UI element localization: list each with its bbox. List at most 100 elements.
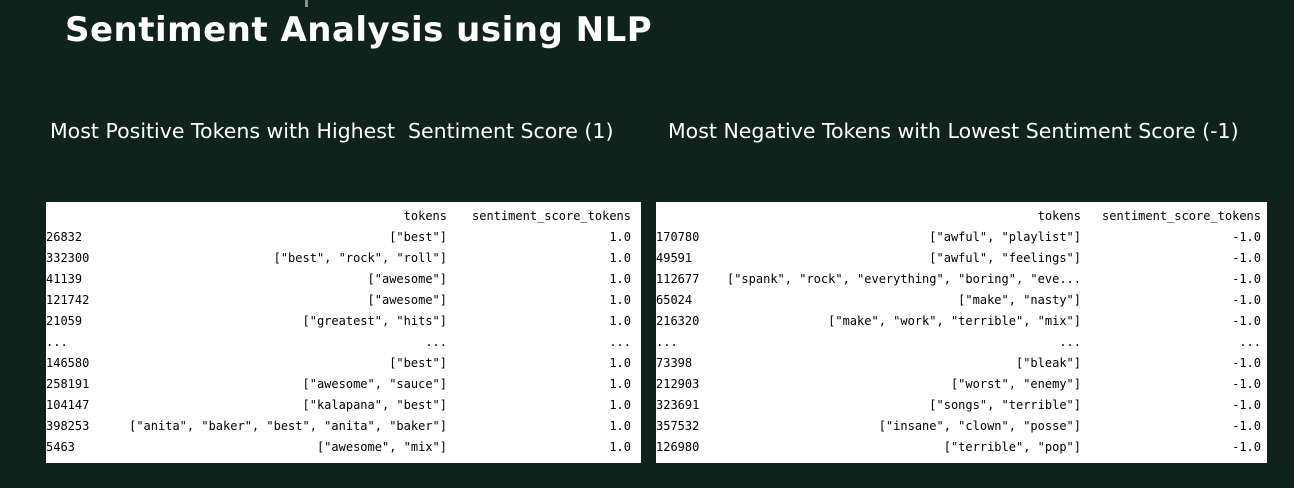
row-tokens: ["awesome"] xyxy=(367,272,447,286)
row-tokens: ["awful", "feelings"] xyxy=(929,251,1081,265)
row-index: 170780 xyxy=(656,230,700,244)
row-score: 1.0 xyxy=(609,398,631,412)
row-score: -1.0 xyxy=(1232,419,1261,433)
row-index: 49591 xyxy=(656,251,693,265)
row-tokens: ["awesome"] xyxy=(367,293,447,307)
positive-tokens-panel: tokens sentiment_score_tokens 26832 ["bes… xyxy=(46,202,641,463)
tokens-column-header: tokens xyxy=(1037,209,1081,223)
row-index: 258191 xyxy=(46,377,90,391)
row-tokens: ["terrible", "pop"] xyxy=(943,440,1081,454)
row-tokens: ["bleak"] xyxy=(1015,356,1081,370)
table-row: 65024 ["make", "nasty"] -1.0 xyxy=(656,290,1261,311)
row-score: 1.0 xyxy=(609,419,631,433)
row-index: 212903 xyxy=(656,377,700,391)
table-row: 126980 ["terrible", "pop"] -1.0 xyxy=(656,437,1261,458)
table-row: 146580 ["best"] 1.0 xyxy=(46,353,631,374)
row-score: 1.0 xyxy=(609,272,631,286)
positive-table-body: 26832 ["best"] 1.0 332300 ["best", "rock", "… xyxy=(46,227,631,458)
tokens-column-header: tokens xyxy=(403,209,447,223)
row-index: 5463 xyxy=(46,440,75,454)
table-row: 216320 ["make", "work", "terrible", "mix"… xyxy=(656,311,1261,332)
row-index: 26832 xyxy=(46,230,83,244)
table-row: 258191 ["awesome", "sauce"] 1.0 xyxy=(46,374,631,395)
row-index: 323691 xyxy=(656,398,700,412)
row-tokens: ["make", "nasty"] xyxy=(958,293,1081,307)
row-score: 1.0 xyxy=(609,440,631,454)
index-header xyxy=(656,206,718,227)
row-score: -1.0 xyxy=(1232,377,1261,391)
row-index: 21059 xyxy=(46,314,83,328)
row-tokens: ["awesome", "mix"] xyxy=(316,440,447,454)
row-score: -1.0 xyxy=(1232,293,1261,307)
row-tokens: ["greatest", "hits"] xyxy=(302,314,448,328)
negative-panel-heading: Most Negative Tokens with Lowest Sentime… xyxy=(668,119,1239,143)
table-row: 104147 ["kalapana", "best"] 1.0 xyxy=(46,395,631,416)
table-row: ......... xyxy=(46,332,631,353)
row-score: ... xyxy=(1239,335,1261,349)
row-score: 1.0 xyxy=(609,230,631,244)
table-row: ......... xyxy=(656,332,1261,353)
table-row: 5463 ["awesome", "mix"] 1.0 xyxy=(46,437,631,458)
row-index: 126980 xyxy=(656,440,700,454)
row-tokens: ["spank", "rock", "everything", "boring"… xyxy=(726,272,1081,286)
row-score: 1.0 xyxy=(609,293,631,307)
row-score: -1.0 xyxy=(1232,440,1261,454)
row-index: 73398 xyxy=(656,356,693,370)
table-row: 41139 ["awesome"] 1.0 xyxy=(46,269,631,290)
row-tokens: ... xyxy=(425,335,447,349)
row-score: -1.0 xyxy=(1232,314,1261,328)
table-row: 323691 ["songs", "terrible"] -1.0 xyxy=(656,395,1261,416)
table-row: 21059 ["greatest", "hits"] 1.0 xyxy=(46,311,631,332)
row-index: 146580 xyxy=(46,356,90,370)
table-row: 332300 ["best", "rock", "roll"] 1.0 xyxy=(46,248,631,269)
table-row: 49591 ["awful", "feelings"] -1.0 xyxy=(656,248,1261,269)
row-tokens: ... xyxy=(1059,335,1081,349)
row-tokens: ["best"] xyxy=(389,230,447,244)
row-tokens: ["make", "work", "terrible", "mix"] xyxy=(828,314,1081,328)
negative-tokens-table: tokens sentiment_score_tokens 170780 ["aw… xyxy=(656,206,1261,458)
row-index: 332300 xyxy=(46,251,90,265)
row-tokens: ["insane", "clown", "posse"] xyxy=(878,419,1081,433)
negative-tokens-panel: tokens sentiment_score_tokens 170780 ["aw… xyxy=(656,202,1267,463)
table-row: 112677 ["spank", "rock", "everything", "b… xyxy=(656,269,1261,290)
row-index: ... xyxy=(46,335,68,349)
row-tokens: ["anita", "baker", "best", "anita", "bak… xyxy=(129,419,447,433)
row-index: 357532 xyxy=(656,419,700,433)
row-score: -1.0 xyxy=(1232,356,1261,370)
row-score: ... xyxy=(609,335,631,349)
row-index: 112677 xyxy=(656,272,700,286)
row-score: 1.0 xyxy=(609,356,631,370)
row-score: -1.0 xyxy=(1232,272,1261,286)
row-index: 398253 xyxy=(46,419,90,433)
score-column-header: sentiment_score_tokens xyxy=(1102,209,1261,223)
row-tokens: ["songs", "terrible"] xyxy=(929,398,1081,412)
row-tokens: ["best", "rock", "roll"] xyxy=(273,251,447,265)
row-score: -1.0 xyxy=(1232,251,1261,265)
index-header xyxy=(46,206,108,227)
row-score: -1.0 xyxy=(1232,398,1261,412)
positive-tokens-table: tokens sentiment_score_tokens 26832 ["bes… xyxy=(46,206,631,458)
score-column-header: sentiment_score_tokens xyxy=(472,209,631,223)
positive-panel-heading: Most Positive Tokens with Highest Sentim… xyxy=(50,119,614,143)
row-tokens: ["awesome", "sauce"] xyxy=(302,377,448,391)
row-index: 65024 xyxy=(656,293,693,307)
row-tokens: ["best"] xyxy=(389,356,447,370)
row-score: 1.0 xyxy=(609,251,631,265)
table-header-row: tokens sentiment_score_tokens xyxy=(656,206,1261,227)
row-tokens: ["worst", "enemy"] xyxy=(950,377,1081,391)
table-header-row: tokens sentiment_score_tokens xyxy=(46,206,631,227)
row-index: ... xyxy=(656,335,678,349)
row-index: 216320 xyxy=(656,314,700,328)
row-score: -1.0 xyxy=(1232,230,1261,244)
table-row: 212903 ["worst", "enemy"] -1.0 xyxy=(656,374,1261,395)
page-title: Sentiment Analysis using NLP xyxy=(65,10,653,50)
row-index: 121742 xyxy=(46,293,90,307)
row-tokens: ["awful", "playlist"] xyxy=(929,230,1081,244)
table-row: 398253 ["anita", "baker", "best", "anita"… xyxy=(46,416,631,437)
row-score: 1.0 xyxy=(609,377,631,391)
table-row: 26832 ["best"] 1.0 xyxy=(46,227,631,248)
negative-table-body: 170780 ["awful", "playlist"] -1.0 49591 ["aw… xyxy=(656,227,1261,458)
table-row: 73398 ["bleak"] -1.0 xyxy=(656,353,1261,374)
table-row: 121742 ["awesome"] 1.0 xyxy=(46,290,631,311)
top-edge-marker xyxy=(305,0,308,7)
